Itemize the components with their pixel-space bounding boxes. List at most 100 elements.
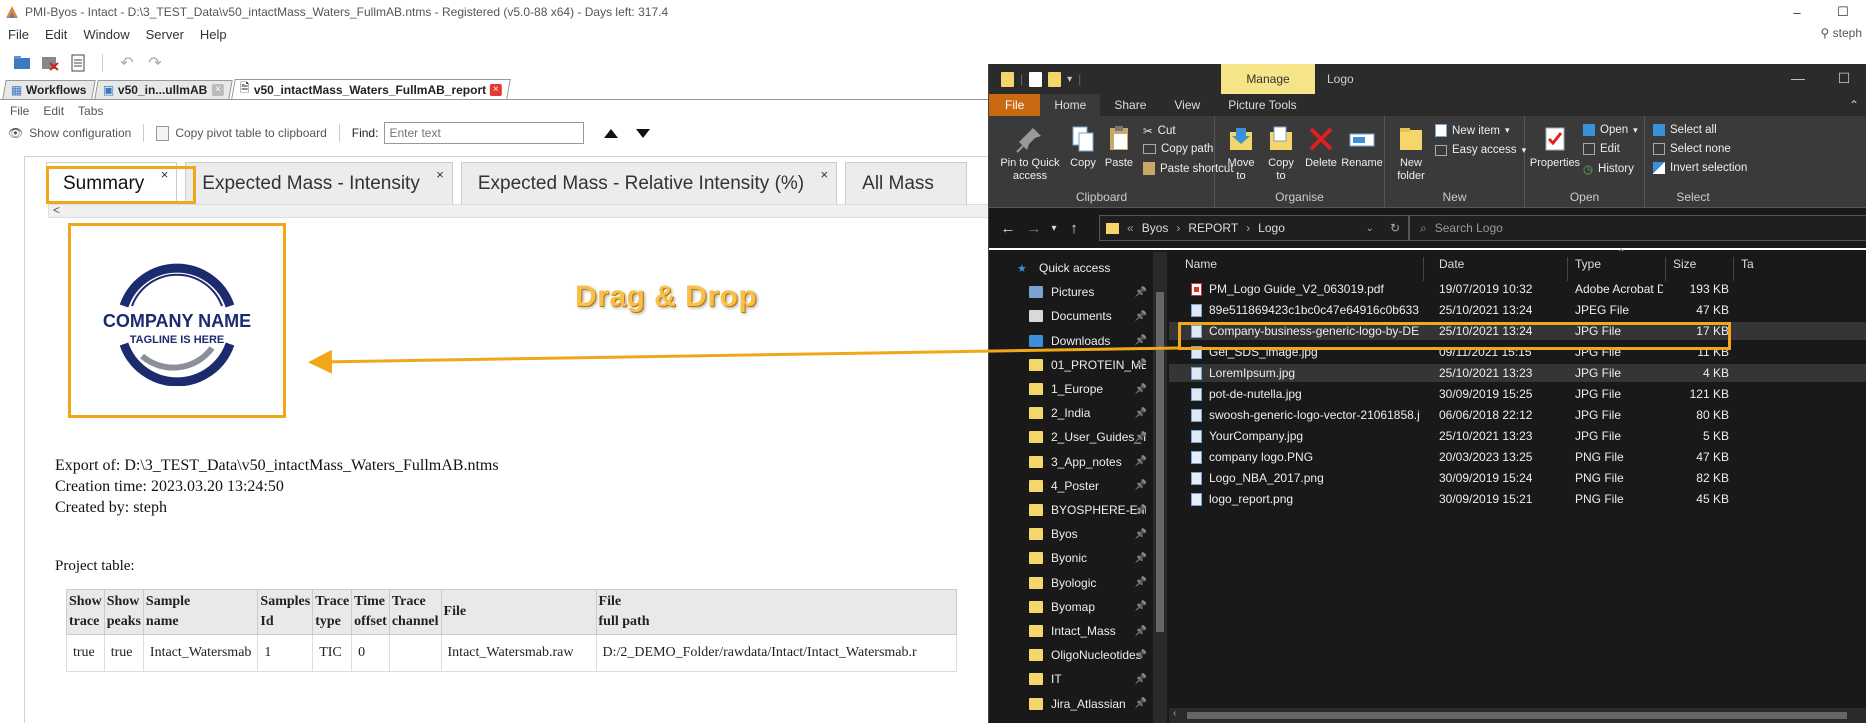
pin-icon[interactable]: 📌 (1135, 505, 1147, 516)
pin-icon[interactable]: 📌 (1135, 384, 1147, 395)
nav-item[interactable]: Byologic 📌 (989, 573, 1167, 593)
delete-button[interactable]: Delete (1303, 124, 1339, 170)
copy-to-button[interactable]: Copy to (1263, 124, 1299, 183)
nav-item[interactable]: BYOSPHERE-Ente 📌 (989, 500, 1167, 520)
pin-icon[interactable]: 📌 (1135, 359, 1147, 370)
close-icon[interactable]: × (211, 84, 224, 96)
forward-button[interactable]: → (1021, 220, 1047, 237)
menu-window[interactable]: Window (83, 27, 129, 42)
cut-button[interactable]: ✂ Cut (1143, 124, 1176, 138)
report-menu-edit[interactable]: Edit (43, 104, 64, 118)
ribbon-tab-share[interactable]: Share (1100, 94, 1160, 116)
nav-item[interactable]: Documents 📌 (989, 306, 1167, 326)
column-date[interactable]: Date (1439, 257, 1464, 271)
pin-icon[interactable]: 📌 (1135, 577, 1147, 588)
undo-button[interactable]: ↶ (117, 53, 137, 73)
menu-server[interactable]: Server (146, 27, 184, 42)
doctab-report[interactable]: 🗎 v50_intactMass_Waters_FullmAB_report × (230, 79, 511, 99)
scroll-left-icon[interactable]: < (53, 203, 60, 217)
column-separator[interactable] (1665, 257, 1666, 281)
file-row[interactable]: pot-de-nutella.jpg 30/09/2019 15:25 JPG Fi… (1169, 385, 1866, 403)
pin-icon[interactable]: 📌 (1135, 432, 1147, 443)
tab-all-mass[interactable]: All Mass (845, 162, 967, 204)
select-all-button[interactable]: Select all (1653, 124, 1717, 136)
back-button[interactable]: ← (995, 220, 1021, 237)
pin-icon[interactable]: 📌 (1135, 626, 1147, 637)
open-button[interactable]: Open ▾ (1583, 124, 1638, 136)
file-row[interactable]: 89e511869423c1bc0c47e64916c0b633.jpeg 25/… (1169, 301, 1866, 319)
find-previous-icon[interactable] (604, 128, 619, 138)
minimize-button[interactable]: – (1774, 5, 1820, 20)
breadcrumb-overflow-icon[interactable]: « (1127, 221, 1134, 235)
pin-icon[interactable]: 📌 (1135, 650, 1147, 661)
pin-icon[interactable]: 📌 (1135, 287, 1147, 298)
refresh-icon[interactable]: ↻ (1390, 221, 1400, 235)
pin-icon[interactable]: 📌 (1135, 408, 1147, 419)
pin-quick-access-button[interactable]: Pin to Quick access (995, 124, 1065, 183)
column-separator[interactable] (1423, 257, 1424, 281)
manage-context-tab[interactable]: Manage (1221, 64, 1315, 94)
breadcrumb[interactable]: « Byos › REPORT › Logo ⌄ ↻ (1099, 215, 1409, 241)
easy-access-button[interactable]: Easy access ▾ (1435, 144, 1526, 156)
close-icon[interactable]: × (489, 83, 502, 96)
properties-button[interactable]: Properties (1529, 124, 1581, 170)
nav-item[interactable]: Pictures 📌 (989, 282, 1167, 302)
properties-icon[interactable] (1029, 71, 1043, 87)
column-type[interactable]: Type (1575, 257, 1601, 271)
doctab-project[interactable]: ▣ v50_in...ullmAB × (94, 80, 233, 99)
close-icon[interactable]: × (436, 167, 444, 182)
report-menu-tabs[interactable]: Tabs (78, 104, 103, 118)
ribbon-tab-home[interactable]: Home (1040, 94, 1101, 116)
new-folder-button[interactable]: New folder (1391, 124, 1431, 183)
copy-button[interactable]: Copy (1065, 124, 1101, 170)
column-size[interactable]: Size (1673, 257, 1696, 271)
new-item-button[interactable]: New item ▾ (1435, 124, 1509, 137)
report-button[interactable] (68, 53, 88, 73)
column-tags[interactable]: Ta (1741, 257, 1754, 271)
close-icon[interactable]: × (821, 167, 829, 182)
ribbon-tab-file[interactable]: File (989, 94, 1041, 116)
pin-icon[interactable]: 📌 (1135, 601, 1147, 612)
file-row[interactable]: YourCompany.jpg 25/10/2021 13:23 JPG File 5… (1169, 427, 1866, 445)
tab-scroll-strip[interactable]: < (48, 203, 998, 218)
recent-dropdown-icon[interactable]: ▾ (1047, 223, 1061, 234)
file-row[interactable]: logo_report.png 30/09/2019 15:21 PNG File 4… (1169, 490, 1866, 508)
nav-item[interactable]: 2_User_Guides_Tu 📌 (989, 427, 1167, 447)
pin-icon[interactable]: 📌 (1135, 480, 1147, 491)
new-folder-icon[interactable] (1048, 71, 1062, 87)
paste-button[interactable]: Paste (1101, 124, 1137, 170)
maximize-button[interactable]: ☐ (1821, 64, 1866, 94)
customize-dropdown-icon[interactable]: ▾ (1067, 74, 1072, 85)
pin-icon[interactable]: 📌 (1135, 698, 1147, 709)
show-configuration-button[interactable]: Show configuration (29, 126, 131, 140)
move-to-button[interactable]: Move to (1223, 124, 1259, 183)
nav-item[interactable]: OligoNucleotides 📌 (989, 645, 1167, 665)
open-project-button[interactable] (12, 53, 32, 73)
tab-expected-mass-relative-intensity[interactable]: Expected Mass - Relative Intensity (%) × (460, 162, 838, 204)
breadcrumb-report[interactable]: REPORT (1188, 221, 1238, 235)
hscroll-thumb[interactable] (1187, 712, 1847, 719)
ribbon-tab-view[interactable]: View (1160, 94, 1214, 116)
breadcrumb-logo[interactable]: Logo (1258, 221, 1285, 235)
doctab-workflows[interactable]: ▦ Workflows (2, 80, 96, 99)
nav-item[interactable]: 01_PROTEIN_MET 📌 (989, 355, 1167, 375)
search-input[interactable]: ⌕ Search Logo (1409, 215, 1866, 241)
folder-icon[interactable] (1001, 71, 1014, 87)
menu-help[interactable]: Help (200, 27, 227, 42)
history-button[interactable]: ◷ History (1583, 162, 1634, 176)
nav-item[interactable]: 4_Poster 📌 (989, 476, 1167, 496)
nav-item[interactable]: IT 📌 (989, 669, 1167, 689)
close-project-button[interactable] (40, 53, 60, 73)
column-separator[interactable] (1567, 257, 1568, 281)
report-menu-file[interactable]: File (10, 104, 29, 118)
menu-file[interactable]: File (8, 27, 29, 42)
file-row[interactable]: PM_Logo Guide_V2_063019.pdf 19/07/2019 10… (1169, 280, 1866, 298)
minimize-button[interactable]: — (1775, 64, 1821, 94)
redo-button[interactable]: ↷ (145, 53, 165, 73)
maximize-button[interactable]: ☐ (1820, 4, 1866, 20)
nav-item[interactable]: Intact_Mass 📌 (989, 621, 1167, 641)
tab-expected-mass-intensity[interactable]: Expected Mass - Intensity × (185, 162, 453, 204)
copy-path-button[interactable]: Copy path (1143, 143, 1213, 155)
pin-icon[interactable]: 📌 (1135, 674, 1147, 685)
find-next-icon[interactable] (636, 128, 651, 138)
